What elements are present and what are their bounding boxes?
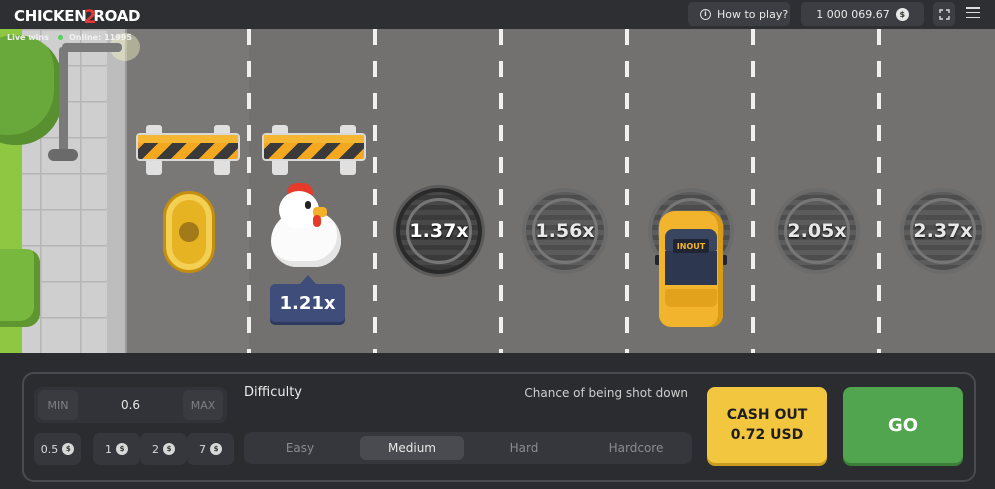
bet-amount-control: MIN 0.6 MAX — [34, 387, 227, 423]
balance-value: 1 000 069.67 — [816, 7, 890, 21]
difficulty-selector: Easy Medium Hard Hardcore — [244, 432, 692, 464]
chicken-eye — [305, 201, 311, 209]
logo-text-two: 2 — [83, 6, 97, 28]
chicken-icon — [265, 181, 347, 273]
dollar-coin-icon: $ — [163, 443, 175, 455]
lane-multiplier: 2.05x — [787, 220, 847, 242]
barrier-bar — [262, 133, 366, 161]
cash-out-button[interactable]: CASH OUT 0.72 USD — [707, 387, 827, 463]
car-roof — [665, 251, 717, 285]
fullscreen-icon — [938, 8, 950, 20]
difficulty-hardcore[interactable]: Hardcore — [584, 436, 688, 460]
bet-chip-0-5[interactable]: 0.5 $ — [34, 433, 81, 465]
lane-divider — [877, 29, 881, 353]
info-icon: i — [700, 8, 711, 20]
logo-text-chicken: CHICKEN — [14, 7, 87, 25]
online-counter: Online: 11995 — [58, 33, 132, 42]
difficulty-hard[interactable]: Hard — [472, 436, 576, 460]
curb — [107, 29, 127, 353]
fullscreen-button[interactable] — [933, 2, 955, 26]
road-scene: 1.21x 1.37x 1.56x 2.05x 2.37x INOUT — [0, 29, 995, 353]
lane-divider — [247, 29, 251, 353]
dollar-coin-icon: $ — [116, 443, 128, 455]
chip-value: 2 — [152, 442, 159, 456]
hamburger-icon-line — [966, 7, 980, 9]
road-barrier-icon — [136, 125, 240, 175]
chip-value: 1 — [105, 442, 112, 456]
lane-divider — [499, 29, 503, 353]
barrier-bar — [136, 133, 240, 161]
balance-display: 1 000 069.67 $ — [801, 2, 924, 26]
lane-manhole-2: 1.56x — [522, 188, 608, 274]
go-button[interactable]: GO — [843, 387, 963, 463]
lane-multiplier: 1.37x — [409, 220, 469, 242]
lane-manhole-5: 2.37x — [900, 188, 986, 274]
lane-manhole-4: 2.05x — [774, 188, 860, 274]
logo-text-road: ROAD — [93, 7, 141, 25]
lamp-arm — [62, 43, 122, 52]
online-count: Online: 11995 — [69, 33, 132, 42]
car-roof-sign: INOUT — [673, 239, 709, 253]
online-status-dot — [58, 35, 63, 40]
dollar-coin-icon: $ — [62, 443, 75, 455]
road-barrier-icon — [262, 125, 366, 175]
chip-value: 7 — [199, 442, 206, 456]
chance-label: Chance of being shot down — [524, 386, 688, 400]
top-bar: CHICKEN2ROAD i How to play? 1 000 069.67… — [0, 0, 995, 29]
lane-divider — [625, 29, 629, 353]
lane-divider — [373, 29, 377, 353]
lane-multiplier: 1.56x — [535, 220, 595, 242]
menu-button[interactable] — [966, 7, 980, 19]
bush-icon — [0, 249, 40, 327]
lane-multiplier: 2.37x — [913, 220, 973, 242]
live-wins-label[interactable]: Live wins — [7, 33, 49, 42]
bet-amount-input[interactable]: 0.6 — [82, 387, 179, 423]
difficulty-easy[interactable]: Easy — [248, 436, 352, 460]
hamburger-icon-line — [966, 11, 980, 14]
dollar-coin-icon: $ — [210, 443, 222, 455]
hamburger-icon-line — [966, 16, 980, 19]
current-multiplier-badge: 1.21x — [270, 275, 345, 322]
dollar-coin-icon: $ — [895, 7, 909, 21]
street-lamp-icon — [59, 47, 68, 157]
taxi-car-icon: INOUT — [655, 211, 727, 327]
difficulty-title: Difficulty — [244, 385, 302, 400]
lamp-base — [48, 149, 78, 161]
car-rear — [665, 289, 717, 307]
start-gold-coin-icon — [163, 191, 215, 273]
bet-chip-1[interactable]: 1 $ — [93, 433, 140, 465]
chicken-wattle — [313, 215, 321, 227]
lane-divider — [751, 29, 755, 353]
max-bet-button[interactable]: MAX — [183, 390, 223, 420]
cash-out-label: CASH OUT — [726, 407, 808, 423]
difficulty-medium[interactable]: Medium — [360, 436, 464, 460]
game-logo: CHICKEN2ROAD — [14, 4, 141, 28]
min-bet-button[interactable]: MIN — [38, 390, 78, 420]
how-to-play-button[interactable]: i How to play? — [688, 2, 790, 26]
bet-chip-7[interactable]: 7 $ — [187, 433, 234, 465]
how-to-play-label: How to play? — [717, 7, 789, 21]
game-app: CHICKEN2ROAD i How to play? 1 000 069.67… — [0, 0, 995, 489]
bet-chip-2[interactable]: 2 $ — [140, 433, 187, 465]
chip-value: 0.5 — [40, 442, 59, 456]
lane-manhole-1[interactable]: 1.37x — [396, 188, 482, 274]
cash-out-amount: 0.72 USD — [730, 427, 804, 443]
